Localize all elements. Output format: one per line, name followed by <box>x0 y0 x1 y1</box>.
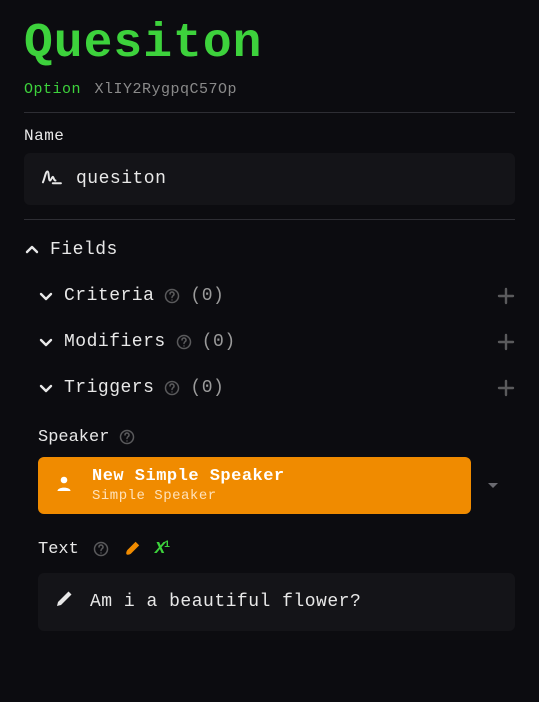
help-icon[interactable] <box>93 541 109 557</box>
add-triggers-button[interactable] <box>497 379 515 397</box>
help-icon[interactable] <box>164 380 180 396</box>
chevron-down-icon <box>38 288 54 304</box>
text-value: Am i a beautiful flower? <box>90 592 361 612</box>
page-title: Quesiton <box>24 18 515 71</box>
divider <box>24 219 515 220</box>
brush-icon[interactable] <box>123 540 141 558</box>
help-icon[interactable] <box>119 429 135 445</box>
add-criteria-button[interactable] <box>497 287 515 305</box>
name-value: quesiton <box>76 169 166 189</box>
text-label: Text <box>38 540 79 559</box>
criteria-label: Criteria <box>64 286 154 306</box>
speaker-name: New Simple Speaker <box>92 467 285 486</box>
text-input[interactable]: Am i a beautiful flower? <box>38 573 515 631</box>
help-icon[interactable] <box>176 334 192 350</box>
modifiers-label: Modifiers <box>64 332 166 352</box>
person-icon <box>54 473 74 498</box>
subtitle-label: Option <box>24 81 81 98</box>
name-input[interactable]: quesiton <box>24 153 515 205</box>
chevron-down-icon <box>38 380 54 396</box>
speaker-select[interactable]: New Simple Speaker Simple Speaker <box>38 457 471 514</box>
fields-toggle[interactable]: Fields <box>24 240 515 260</box>
variable-icon[interactable]: X1 <box>155 540 169 559</box>
chevron-up-icon <box>24 242 40 258</box>
speaker-type: Simple Speaker <box>92 488 285 504</box>
criteria-row[interactable]: Criteria (0) <box>24 286 515 306</box>
divider <box>24 112 515 113</box>
pencil-icon <box>54 589 74 615</box>
signature-icon <box>40 167 62 191</box>
triggers-count: (0) <box>190 378 224 398</box>
triggers-label: Triggers <box>64 378 154 398</box>
modifiers-row[interactable]: Modifiers (0) <box>24 332 515 352</box>
speaker-label: Speaker <box>38 428 109 447</box>
fields-label: Fields <box>50 240 118 260</box>
triggers-row[interactable]: Triggers (0) <box>24 378 515 398</box>
help-icon[interactable] <box>164 288 180 304</box>
name-label: Name <box>24 127 515 145</box>
chevron-down-icon <box>38 334 54 350</box>
modifiers-count: (0) <box>202 332 236 352</box>
add-modifiers-button[interactable] <box>497 333 515 351</box>
speaker-dropdown-button[interactable] <box>471 457 515 514</box>
subtitle-id: XlIY2RygpqC57Op <box>95 81 238 98</box>
criteria-count: (0) <box>190 286 224 306</box>
